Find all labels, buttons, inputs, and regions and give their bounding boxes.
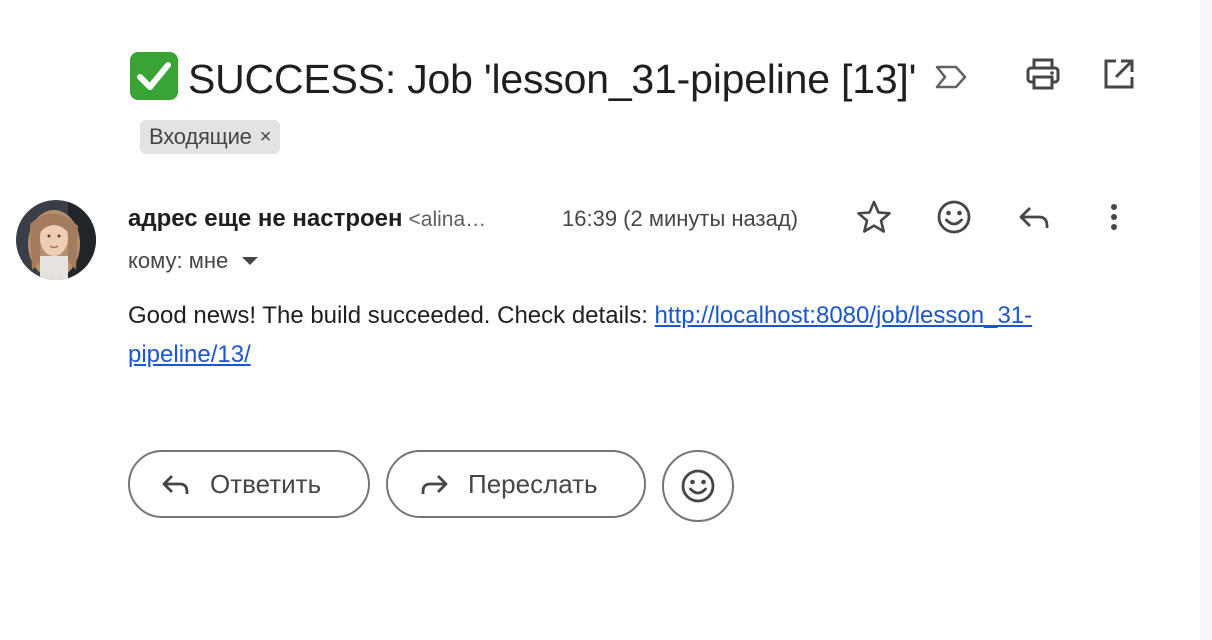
forward-button[interactable]: Переслать [386,450,646,518]
footer-actions: Ответить Переслать [128,450,734,522]
remove-label-icon[interactable]: × [260,108,272,166]
forward-icon [421,475,448,494]
recipient-text: кому: мне [128,248,229,273]
inbox-label-chip[interactable]: Входящие × [140,120,281,154]
side-panel-edge [1200,0,1212,640]
message-body-text: Good news! The build succeeded. Check de… [128,302,655,329]
sender-avatar[interactable] [16,200,96,280]
open-in-new-window-icon[interactable] [1100,55,1138,93]
message-body: Good news! The build succeeded. Check de… [128,296,1128,374]
message-actions [855,198,1133,236]
message-time: 16:39 (2 минуты назад) [562,206,799,231]
sender-email[interactable]: <alina… [409,208,487,231]
check-mark-icon [128,50,180,102]
star-icon[interactable] [855,198,893,236]
emoji-reaction-icon [681,469,715,503]
chevron-down-icon[interactable] [242,257,259,265]
emoji-reaction-icon[interactable] [935,198,973,236]
label-chip-text: Входящие [149,124,252,149]
subject-header: SUCCESS: Job 'lesson_31-pipeline [13]' В… [128,46,1008,166]
importance-marker-icon[interactable] [934,46,968,89]
more-vert-icon[interactable] [1095,198,1133,236]
subject-text: SUCCESS: Job 'lesson_31-pipeline [13]' [188,56,917,102]
sender-line: адрес еще не настроен <alina… [128,202,486,237]
reply-icon [162,475,189,494]
reply-icon[interactable] [1015,198,1053,236]
emoji-reaction-button[interactable] [662,450,734,522]
reply-button[interactable]: Ответить [128,450,370,518]
email-subject: SUCCESS: Job 'lesson_31-pipeline [13]' В… [128,46,1008,166]
sender-name[interactable]: адрес еще не настроен [128,205,403,232]
reply-button-label: Ответить [210,468,322,499]
forward-button-label: Переслать [468,468,598,499]
recipient-line[interactable]: кому: мне [128,246,259,276]
header-actions [1024,55,1138,93]
print-icon[interactable] [1024,55,1062,93]
email-view: SUCCESS: Job 'lesson_31-pipeline [13]' В… [0,0,1212,640]
